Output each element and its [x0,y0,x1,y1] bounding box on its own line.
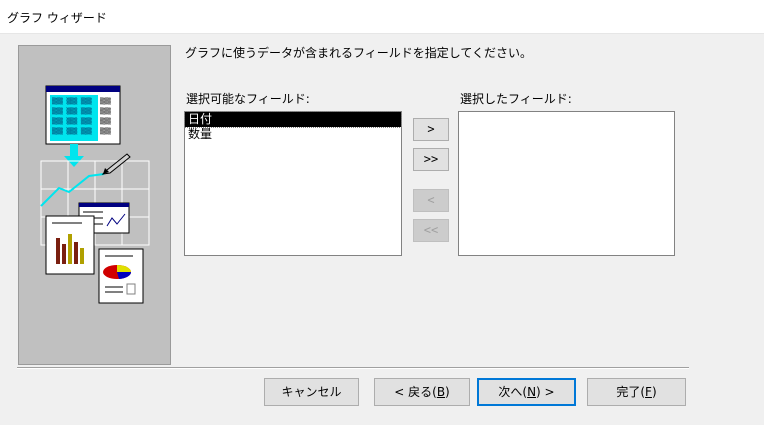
cancel-button[interactable]: キャンセル [264,378,359,406]
svg-text:▒▒▒ ▒▒▒ ▒▒▒: ▒▒▒ ▒▒▒ ▒▒▒ [52,97,92,105]
table-window-icon: ▒▒▒ ▒▒▒ ▒▒▒ ▒▒▒ ▒▒▒ ▒▒▒ ▒▒▒ ▒▒▒ ▒▒▒ ▒▒▒ … [45,85,121,145]
pie-chart-page-icon [98,248,144,304]
svg-text:▒▒▒ ▒▒▒ ▒▒▒: ▒▒▒ ▒▒▒ ▒▒▒ [52,127,92,135]
next-button[interactable]: 次へ(N) > [477,378,576,406]
finish-button[interactable]: 完了(F) [587,378,686,406]
window-title: グラフ ウィザード [7,11,107,25]
svg-text:▒▒▒: ▒▒▒ [100,107,111,115]
bar-chart-page-icon [45,215,95,275]
separator [17,367,689,369]
finish-button-label-suffix: ) [651,385,657,399]
back-button-label-suffix: ) [445,385,450,399]
next-button-accesskey: N [527,385,537,399]
finish-button-accesskey: F [645,385,652,399]
selected-fields-listbox[interactable] [458,111,675,256]
back-button[interactable]: < 戻る(B) [374,378,470,406]
finish-button-label-prefix: 完了( [616,385,646,399]
remove-field-button[interactable]: < [413,189,449,212]
selected-fields-label: 選択したフィールド: [460,92,572,106]
remove-all-fields-button[interactable]: << [413,219,449,242]
svg-text:▒▒▒: ▒▒▒ [100,117,111,125]
list-item[interactable]: 数量 [185,127,401,142]
back-button-accesskey: B [436,385,446,399]
title-bar: グラフ ウィザード [0,0,764,34]
available-fields-listbox[interactable]: 日付 数量 [184,111,402,256]
instruction-text: グラフに使うデータが含まれるフィールドを指定してください。 [185,46,533,60]
svg-text:▒▒▒ ▒▒▒ ▒▒▒: ▒▒▒ ▒▒▒ ▒▒▒ [52,117,92,125]
wizard-illustration-panel: ▒▒▒ ▒▒▒ ▒▒▒ ▒▒▒ ▒▒▒ ▒▒▒ ▒▒▒ ▒▒▒ ▒▒▒ ▒▒▒ … [18,45,171,365]
next-button-label-prefix: 次へ( [498,385,528,399]
svg-text:▒▒▒: ▒▒▒ [100,127,111,135]
chart-wizard-illustration: ▒▒▒ ▒▒▒ ▒▒▒ ▒▒▒ ▒▒▒ ▒▒▒ ▒▒▒ ▒▒▒ ▒▒▒ ▒▒▒ … [40,85,150,304]
svg-text:▒▒▒ ▒▒▒ ▒▒▒: ▒▒▒ ▒▒▒ ▒▒▒ [52,107,92,115]
cancel-button-label: キャンセル [281,385,342,399]
list-item[interactable]: 日付 [184,111,402,128]
available-fields-label: 選択可能なフィールド: [186,92,310,106]
add-field-button[interactable]: > [413,118,449,141]
add-all-fields-button[interactable]: >> [413,148,449,171]
svg-text:▒▒▒: ▒▒▒ [100,97,111,105]
pencil-icon [101,153,131,175]
arrow-down-icon [64,144,84,167]
next-button-label-suffix: ) > [536,385,555,399]
back-button-label-prefix: < 戻る( [394,385,437,399]
